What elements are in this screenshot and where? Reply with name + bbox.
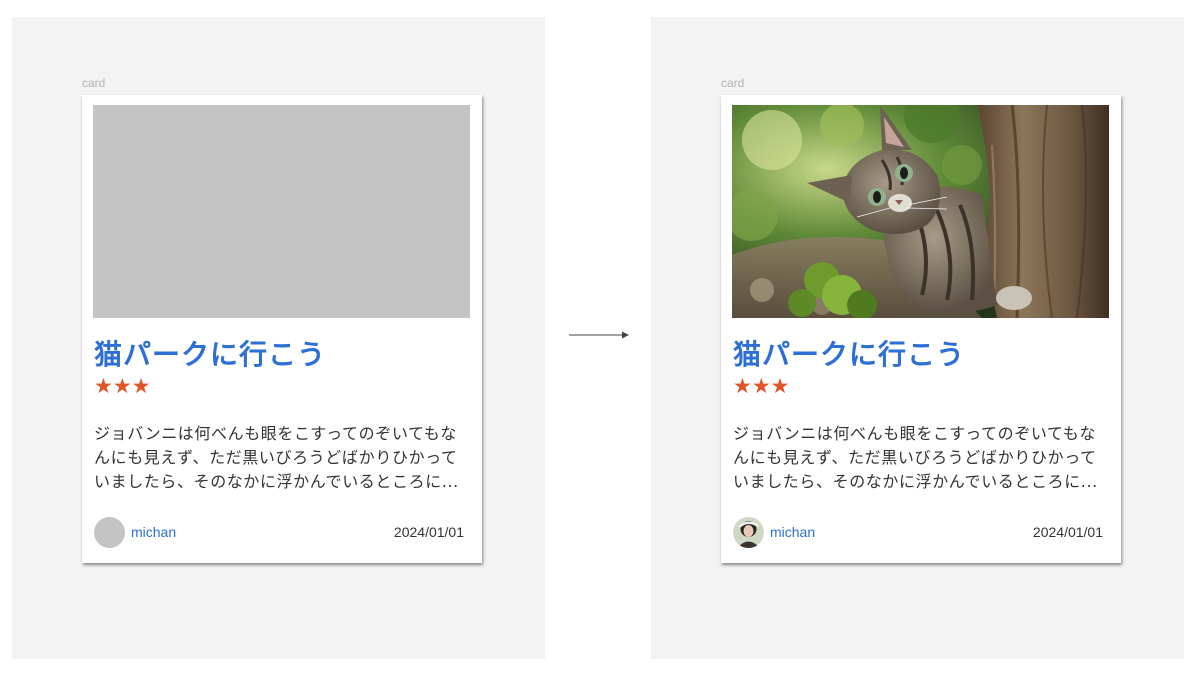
card-footer: michan 2024/01/01 xyxy=(733,517,1103,549)
card-title: 猫パークに行こう xyxy=(94,338,327,371)
design-canvas: card 猫パークに行こう ★★★ ジョバンニは何べんも眼をこすってのぞいてもな… xyxy=(0,0,1200,675)
cat-photo xyxy=(732,105,1109,318)
author-link[interactable]: michan xyxy=(770,524,815,540)
frame-label: card xyxy=(721,76,745,90)
avatar-placeholder xyxy=(94,517,125,548)
card-excerpt: ジョバンニは何べんも眼をこすってのぞいてもなんにも見えず、ただ黒いびろうどばかり… xyxy=(733,424,1098,491)
post-date: 2024/01/01 xyxy=(393,524,464,540)
card[interactable]: 猫パークに行こう ★★★ ジョバンニは何べんも眼をこすってのぞいてもなんにも見え… xyxy=(721,95,1121,563)
right-arrow-icon xyxy=(569,331,629,339)
card-placeholder[interactable]: 猫パークに行こう ★★★ ジョバンニは何べんも眼をこすってのぞいてもなんにも見え… xyxy=(82,95,482,563)
frame-label: card xyxy=(82,76,106,90)
card-excerpt: ジョバンニは何べんも眼をこすってのぞいてもなんにも見えず、ただ黒いびろうどばかり… xyxy=(94,424,459,491)
image-placeholder xyxy=(93,105,470,318)
post-date: 2024/01/01 xyxy=(1032,524,1103,540)
before-frame-panel: card 猫パークに行こう ★★★ ジョバンニは何べんも眼をこすってのぞいてもな… xyxy=(12,17,545,659)
rating-stars: ★★★ xyxy=(733,374,790,398)
author-link[interactable]: michan xyxy=(131,524,176,540)
card-footer: michan 2024/01/01 xyxy=(94,517,464,549)
after-frame-panel: card 猫パークに行こう ★★★ ジョバンニは何べんも眼をこすってのぞいてもな… xyxy=(651,17,1184,659)
card-title: 猫パークに行こう xyxy=(733,338,966,371)
rating-stars: ★★★ xyxy=(94,374,151,398)
avatar[interactable] xyxy=(733,517,764,548)
